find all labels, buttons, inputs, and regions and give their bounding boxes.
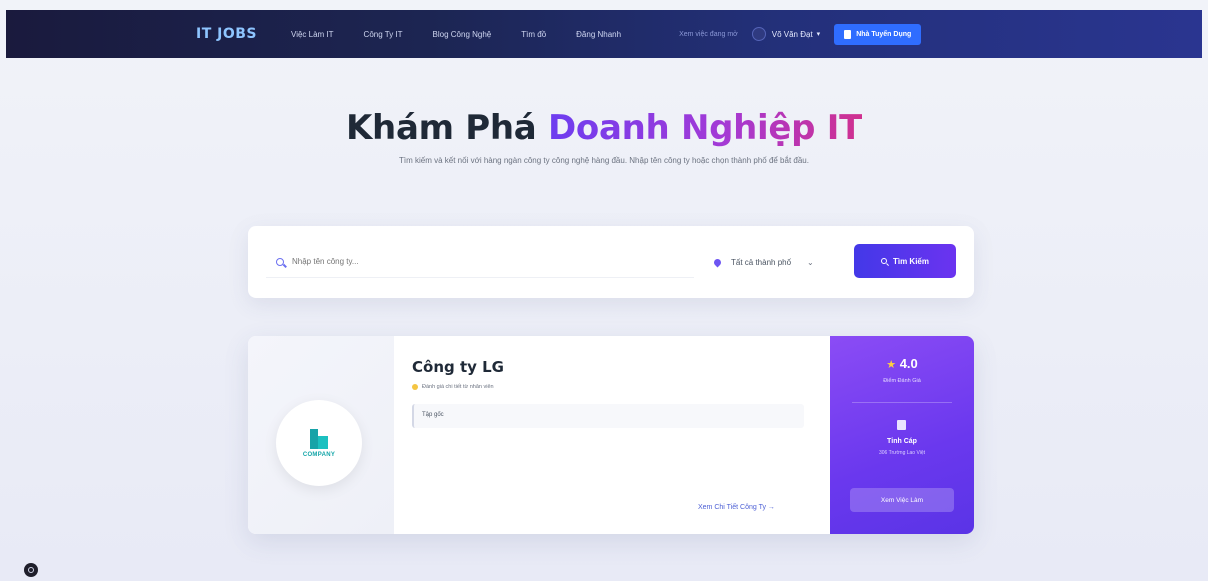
company-logo-text: COMPANY (302, 451, 336, 458)
search-card: Tất cả thành phố ⌄ Tìm Kiếm (248, 226, 974, 298)
company-city: Tỉnh Cáp (887, 438, 917, 445)
company-name[interactable]: Công ty LG (412, 358, 504, 376)
search-field[interactable] (266, 246, 694, 278)
company-logo: COMPANY (276, 400, 362, 486)
nav-link-map[interactable]: Tìm đồ (521, 30, 546, 39)
document-icon (844, 29, 852, 39)
review-note-text: Đánh giá chi tiết từ nhân viên (422, 384, 494, 390)
search-icon (880, 258, 887, 264)
page: IT JOBS Việc Làm IT Công Ty IT Blog Công… (0, 0, 1208, 581)
rating-label: Điểm Đánh Giá (883, 378, 921, 384)
city-select-value: Tất cả thành phố (731, 257, 792, 267)
nav-link-companies[interactable]: Công Ty IT (364, 30, 403, 39)
company-description: Tập gốc (412, 404, 804, 428)
settings-icon (28, 567, 34, 573)
nav-link-blog[interactable]: Blog Công Nghệ (433, 30, 492, 39)
page-title: Khám Phá Doanh Nghiệp IT (0, 108, 1208, 148)
building-icon (310, 428, 328, 449)
building-icon (897, 420, 906, 430)
rating-value: 4.0 (899, 356, 918, 371)
city-select[interactable]: Tất cả thành phố ⌄ (710, 250, 848, 274)
page-title-plain: Khám Phá (346, 108, 537, 148)
location-pin-icon (712, 257, 723, 267)
company-logo-panel: COMPANY (248, 336, 394, 534)
avatar (751, 27, 766, 41)
company-detail-link[interactable]: Xem Chi Tiết Công Ty → (698, 504, 775, 511)
user-name: Võ Văn Đạt (771, 29, 813, 39)
company-jobs-text: 306 Trường Lao Việt (878, 450, 925, 456)
employer-button[interactable]: Nhà Tuyển Dụng (834, 23, 922, 45)
search-icon (276, 257, 284, 266)
company-card[interactable]: COMPANY Công ty LG Đánh giá chi tiết từ … (248, 336, 974, 534)
nav-right-group: Xem việc đang mở Võ Văn Đạt ▾ Nhà Tuyển … (679, 23, 922, 45)
rating: ★ 4.0 (830, 356, 974, 371)
nav-link-jobs[interactable]: Việc Làm IT (291, 30, 334, 39)
page-title-highlight: Doanh Nghiệp IT (547, 108, 862, 148)
site-logo[interactable]: IT JOBS (196, 26, 257, 42)
company-info: Công ty LG Đánh giá chi tiết từ nhân viê… (394, 336, 830, 534)
star-icon (412, 384, 418, 390)
review-note: Đánh giá chi tiết từ nhân viên (412, 384, 494, 390)
nav-link-quick-post[interactable]: Đăng Nhanh (576, 30, 621, 39)
view-jobs-button[interactable]: Xem Việc Làm (850, 488, 954, 512)
search-input[interactable] (292, 257, 672, 266)
company-stats-panel: ★ 4.0 Điểm Đánh Giá Tỉnh Cáp 306 Trường … (830, 336, 974, 534)
chevron-down-icon: ▾ (816, 31, 821, 38)
divider (852, 402, 952, 403)
star-icon: ★ (886, 359, 897, 371)
employer-button-label: Nhà Tuyển Dụng (856, 30, 912, 38)
top-navbar: IT JOBS Việc Làm IT Công Ty IT Blog Công… (6, 10, 1202, 58)
nav-muted-link[interactable]: Xem việc đang mở (679, 31, 738, 38)
page-subtitle: Tìm kiếm và kết nối với hàng ngàn công t… (399, 156, 809, 165)
chevron-down-icon: ⌄ (807, 257, 814, 267)
user-menu[interactable]: Võ Văn Đạt ▾ (751, 27, 821, 41)
search-button[interactable]: Tìm Kiếm (854, 244, 956, 278)
floating-settings-button[interactable] (24, 563, 38, 577)
search-button-label: Tìm Kiếm (892, 256, 929, 266)
